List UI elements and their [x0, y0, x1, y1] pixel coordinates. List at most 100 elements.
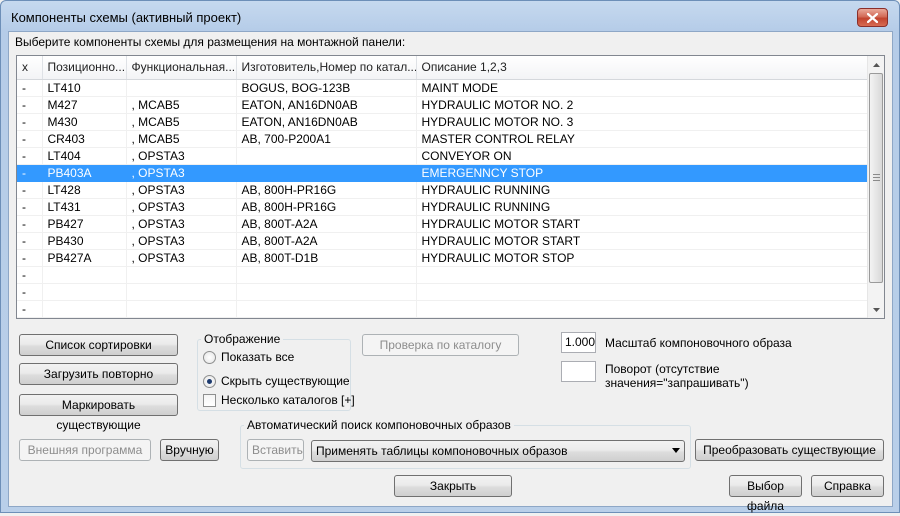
table-row[interactable]: - LT404, OPSTA3 CONVEYOR ON [17, 147, 869, 165]
cell-tag: PB430 [42, 232, 127, 250]
scroll-thumb[interactable] [869, 73, 883, 283]
cell-tag: M427 [42, 96, 127, 114]
cell-manufacturer [236, 300, 417, 318]
hide-existing-option[interactable]: Скрыть существующие [203, 374, 350, 388]
cell-function: , OPSTA3 [126, 164, 237, 182]
auto-search-group-label: Автоматический поиск компоновочных образ… [244, 418, 514, 432]
column-header-x[interactable]: x [17, 56, 43, 80]
cell-function: , MCAB5 [126, 113, 237, 131]
cell-description: HYDRAULIC MOTOR START [416, 232, 869, 250]
table-row[interactable]: - LT410 BOGUS, BOG-123B MAINT MODE [17, 79, 869, 97]
table-row[interactable]: - PB427A, OPSTA3 AB, 800T-D1B HYDRAULIC MOT… [17, 249, 869, 267]
table-row[interactable]: - M427, MCAB5 EATON, AN16DN0AB HYDRAULIC MO… [17, 96, 869, 114]
column-header-manufacturer[interactable]: Изготовитель,Номер по катал... [236, 56, 417, 80]
cell-x: - [17, 181, 43, 199]
cell-description: EMERGENNCY STOP [416, 164, 869, 182]
rotation-label-line1: Поворот (отсутствие [605, 362, 720, 376]
cell-tag: LT431 [42, 198, 127, 216]
mark-existing-button[interactable]: Маркировать существующие [19, 394, 178, 432]
table-row[interactable]: - [17, 266, 869, 284]
table-row[interactable]: - CR403, MCAB5 AB, 700-P200A1 MASTER CONTRO… [17, 130, 869, 148]
cell-x: - [17, 232, 43, 250]
table-row[interactable]: - M430, MCAB5 EATON, AN16DN0AB HYDRAULIC MO… [17, 113, 869, 131]
cell-tag: PB403A [42, 164, 127, 182]
table-row[interactable]: - PB427, OPSTA3 AB, 800T-A2A HYDRAULIC MOTO… [17, 215, 869, 233]
cell-function: , OPSTA3 [126, 198, 237, 216]
grip-icon [873, 174, 880, 181]
cell-manufacturer: EATON, AN16DN0AB [236, 113, 417, 131]
rotation-input[interactable] [561, 361, 596, 382]
close-button[interactable]: Закрыть [394, 475, 512, 497]
close-window-button[interactable] [857, 8, 888, 27]
vertical-scrollbar[interactable] [867, 56, 884, 318]
title-bar[interactable]: Компоненты схемы (активный проект) [1, 1, 899, 31]
cell-x: - [17, 113, 43, 131]
cell-tag: LT404 [42, 147, 127, 165]
cell-manufacturer [236, 147, 417, 165]
multiple-catalogs-label: Несколько каталогов [+] [221, 393, 355, 407]
external-program-button[interactable]: Внешняя программа [19, 439, 151, 461]
cell-function: , MCAB5 [126, 96, 237, 114]
cell-x: - [17, 147, 43, 165]
catalog-check-button[interactable]: Проверка по каталогу [362, 334, 519, 356]
cell-x: - [17, 130, 43, 148]
instruction-label: Выберите компоненты схемы для размещения… [15, 35, 406, 49]
scroll-down-arrow[interactable] [868, 301, 884, 318]
window-title: Компоненты схемы (активный проект) [11, 10, 242, 25]
cell-tag: LT410 [42, 79, 127, 97]
table-row[interactable]: - [17, 300, 869, 318]
show-all-option[interactable]: Показать все [203, 350, 294, 364]
reload-button[interactable]: Загрузить повторно [19, 363, 178, 385]
column-header-description[interactable]: Описание 1,2,3 [416, 56, 869, 80]
cell-manufacturer [236, 266, 417, 284]
table-row[interactable]: - LT428, OPSTA3 AB, 800H-PR16G HYDRAULIC RU… [17, 181, 869, 199]
cell-tag: PB427 [42, 215, 127, 233]
table-row[interactable]: - PB403A, OPSTA3 EMERGENNCY STOP [17, 164, 869, 182]
cell-function: , OPSTA3 [126, 249, 237, 267]
cell-description: CONVEYOR ON [416, 147, 869, 165]
cell-function: , OPSTA3 [126, 181, 237, 199]
scroll-up-arrow[interactable] [868, 56, 884, 73]
show-all-radio[interactable] [203, 350, 216, 364]
cell-tag [42, 300, 127, 318]
cell-manufacturer [236, 283, 417, 301]
table-row[interactable]: - LT431, OPSTA3 AB, 800H-PR16G HYDRAULIC RU… [17, 198, 869, 216]
multiple-catalogs-option[interactable]: Несколько каталогов [+] [203, 393, 355, 407]
cell-manufacturer: BOGUS, BOG-123B [236, 79, 417, 97]
cell-manufacturer: EATON, AN16DN0AB [236, 96, 417, 114]
scale-label: Масштаб компоновочного образа [605, 336, 792, 350]
column-header-tag[interactable]: Позиционно... [42, 56, 127, 80]
cell-description [416, 266, 869, 284]
hide-existing-radio[interactable] [203, 374, 216, 388]
column-header-function[interactable]: Функциональная... [126, 56, 237, 80]
cell-function [126, 266, 237, 284]
cell-description: HYDRAULIC RUNNING [416, 198, 869, 216]
cell-function [126, 300, 237, 318]
table-row[interactable]: - [17, 283, 869, 301]
show-all-label: Показать все [221, 350, 295, 364]
cell-description: HYDRAULIC MOTOR NO. 3 [416, 113, 869, 131]
close-icon [867, 12, 878, 23]
cell-description: MAINT MODE [416, 79, 869, 97]
help-button[interactable]: Справка [811, 475, 884, 497]
auto-search-combobox[interactable]: Применять таблицы компоновочных образов [311, 440, 685, 462]
cell-function: , MCAB5 [126, 130, 237, 148]
multiple-catalogs-checkbox[interactable] [203, 393, 216, 407]
convert-existing-button[interactable]: Преобразовать существующие [695, 439, 884, 461]
table-row[interactable]: - PB430, OPSTA3 AB, 800T-A2A HYDRAULIC MOTO… [17, 232, 869, 250]
manual-button[interactable]: Вручную [160, 439, 219, 461]
cell-tag: M430 [42, 113, 127, 131]
cell-manufacturer: AB, 800T-A2A [236, 215, 417, 233]
insert-button[interactable]: Вставить [247, 439, 304, 461]
cell-manufacturer: AB, 800T-A2A [236, 232, 417, 250]
select-file-button[interactable]: Выбор файла [729, 475, 802, 513]
cell-x: - [17, 96, 43, 114]
cell-manufacturer: AB, 700-P200A1 [236, 130, 417, 148]
dialog-client: Выберите компоненты схемы для размещения… [8, 31, 893, 513]
cell-tag: CR403 [42, 130, 127, 148]
scale-input[interactable]: 1.000 [561, 332, 596, 353]
sort-list-button[interactable]: Список сортировки [19, 334, 178, 356]
cell-x: - [17, 249, 43, 267]
cell-x: - [17, 198, 43, 216]
cell-description: MASTER CONTROL RELAY [416, 130, 869, 148]
